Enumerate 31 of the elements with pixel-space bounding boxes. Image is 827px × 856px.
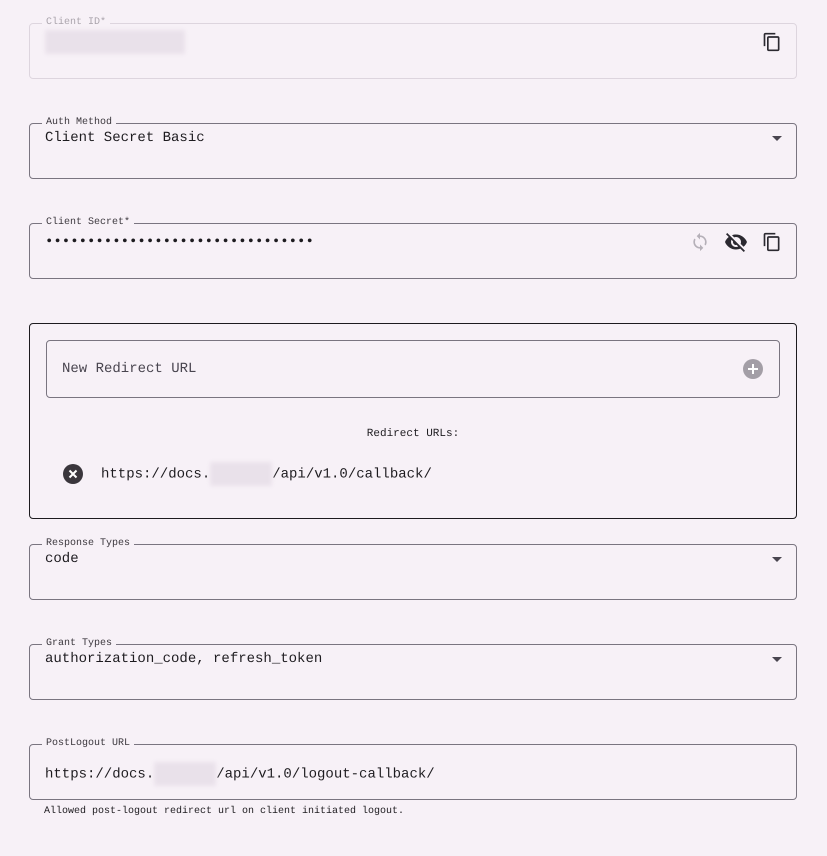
new-redirect-url-field[interactable]: New Redirect URL [46, 340, 780, 398]
field-label: Auth Method [45, 116, 114, 130]
copy-button[interactable] [762, 232, 782, 252]
field-label: Grant Types [45, 637, 114, 651]
remove-icon[interactable] [63, 464, 83, 484]
secret-value: •••••••••••••••••••••••••••••••• [45, 234, 315, 250]
copy-icon [762, 232, 782, 252]
select-value: Client Secret Basic [45, 130, 206, 146]
redirect-url: https://docs. /api/v1.0/callback/ [101, 462, 432, 486]
helper-text: Allowed post-logout redirect url on client initiated logout. [44, 806, 406, 817]
eye-slash-icon [724, 230, 748, 254]
visibility-button[interactable] [724, 230, 748, 254]
field-label: Client ID* [45, 16, 108, 30]
section-heading: Redirect URLs: [366, 428, 460, 440]
select-field[interactable]: Auth Method Client Secret Basic [29, 116, 797, 179]
client-secret-field[interactable]: Client Secret* •••••••••••••••••••••••••••••••• [29, 216, 797, 279]
select-value: authorization_code, refresh_token [45, 651, 324, 667]
post-logout-url: https://docs. /api/v1.0/logout-callback/ [45, 762, 435, 786]
post-logout-url-field[interactable]: PostLogout URL https://docs. /api/v1.0/logout-callback/ [29, 737, 797, 800]
select-field[interactable]: Grant Types authorization_code, refresh_token [29, 637, 797, 700]
dropdown-caret-icon [772, 136, 782, 140]
field-label: Client Secret* [45, 216, 132, 230]
field-label: Response Types [45, 537, 132, 551]
add-circle-icon[interactable] [743, 359, 763, 379]
select-field[interactable]: Response Types code [29, 537, 797, 600]
copy-icon [762, 32, 782, 52]
field-placeholder: New Redirect URL [62, 361, 198, 377]
dropdown-caret-icon [772, 556, 782, 562]
select-value: code [45, 551, 80, 567]
dropdown-caret-icon [772, 656, 782, 662]
field-label: PostLogout URL [45, 737, 132, 751]
